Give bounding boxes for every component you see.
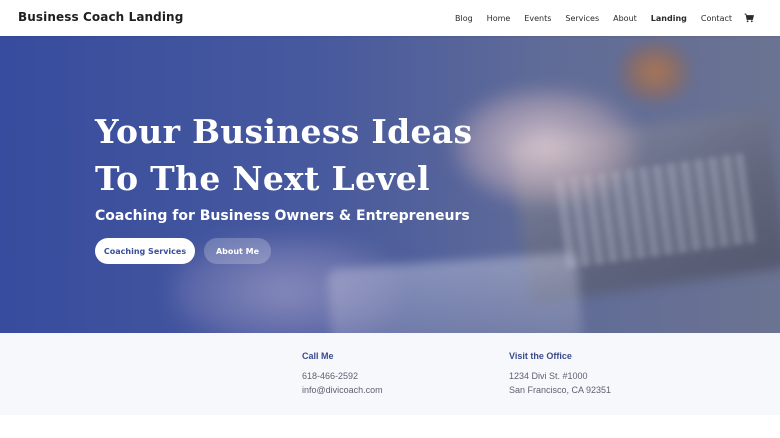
nav-item-services[interactable]: Services [565,14,599,23]
nav-item-landing[interactable]: Landing [651,14,687,23]
site-logo[interactable]: Business Coach Landing [18,10,183,24]
call-me-block: Call Me 618-466-2592 info@divicoach.com [302,351,383,397]
shopping-cart-icon[interactable] [744,13,754,23]
address-line-2: San Francisco, CA 92351 [509,385,612,395]
background-photo-hand [450,86,640,206]
hero-title: Your Business Ideas To The Next Level [95,108,472,202]
address-line-1: 1234 Divi St. #1000 [509,371,588,381]
nav-item-about[interactable]: About [613,14,637,23]
site-header: Business Coach Landing Blog Home Events … [0,0,780,36]
page-bottom-spacer [0,415,780,438]
hero-subtitle: Coaching for Business Owners & Entrepren… [95,208,470,224]
visit-office-block: Visit the Office 1234 Divi St. #1000 San… [509,351,611,397]
call-me-heading: Call Me [302,351,334,361]
nav-item-blog[interactable]: Blog [455,14,473,23]
hero-title-line-1: Your Business Ideas [95,112,473,151]
nav-item-contact[interactable]: Contact [701,14,732,23]
hero-title-line-2: To The Next Level [95,159,430,198]
main-nav: Blog Home Events Services About Landing … [441,0,754,36]
hero-section: Your Business Ideas To The Next Level Co… [0,36,780,333]
coaching-services-button[interactable]: Coaching Services [95,238,195,264]
visit-office-heading: Visit the Office [509,351,572,361]
nav-item-events[interactable]: Events [524,14,551,23]
email-address[interactable]: info@divicoach.com [302,383,383,397]
contact-info-section: Call Me 618-466-2592 info@divicoach.com … [0,333,780,415]
nav-item-home[interactable]: Home [487,14,511,23]
about-me-button[interactable]: About Me [204,238,271,264]
phone-number[interactable]: 618-466-2592 [302,369,383,383]
